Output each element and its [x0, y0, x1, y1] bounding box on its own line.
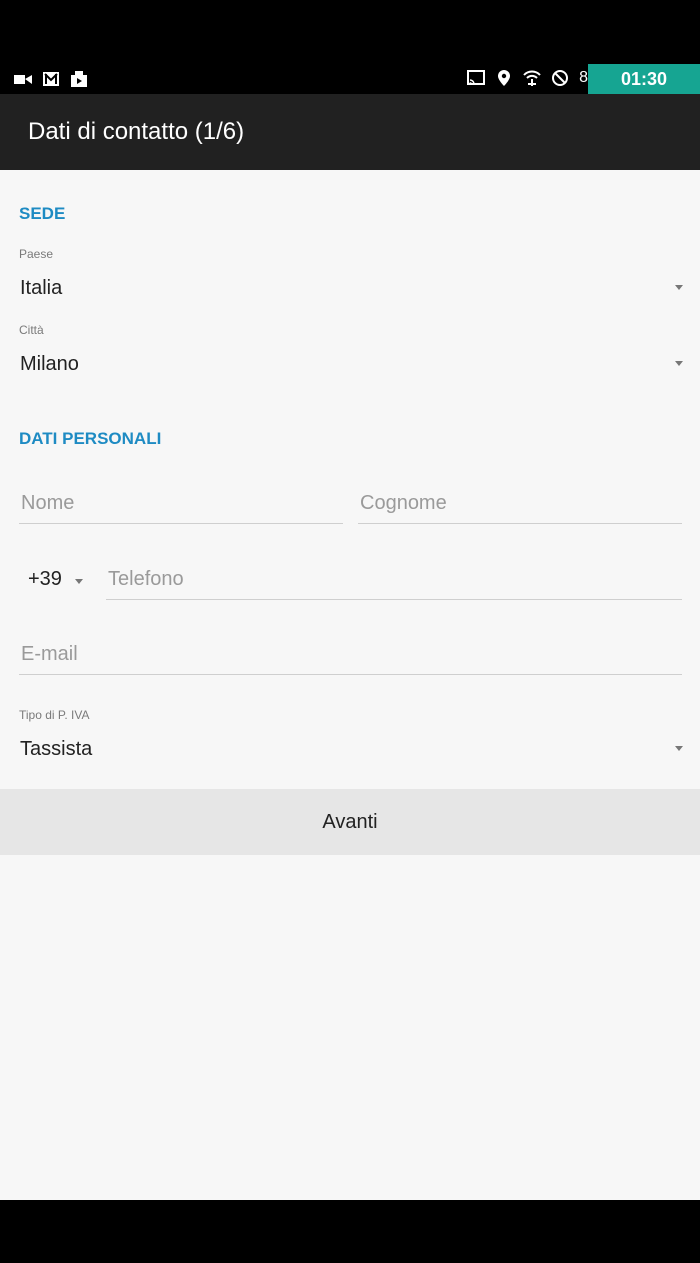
email-input[interactable]: [19, 635, 682, 673]
vat-type-select[interactable]: Tassista: [0, 726, 700, 770]
first-name-input[interactable]: [19, 484, 343, 522]
chevron-down-icon: [675, 361, 683, 366]
vat-label: Tipo di P. IVA: [19, 708, 90, 722]
vat-value: Tassista: [20, 738, 93, 760]
app-bar: Dati di contatto (1/6): [0, 94, 700, 170]
last-name-field: [358, 484, 682, 524]
chevron-down-icon: [675, 746, 683, 751]
phone-prefix: +39: [28, 568, 62, 590]
media-icon: [71, 71, 87, 87]
phone-field: [106, 560, 682, 600]
section-title-sede: SEDE: [19, 204, 66, 223]
phone-input[interactable]: [106, 560, 682, 598]
section-title-personal: DATI PERSONALI: [19, 429, 162, 448]
top-letterbox: [0, 0, 700, 62]
wifi-icon: [523, 70, 541, 86]
form-content: SEDE Paese Italia Città Milano DATI PERS…: [0, 170, 700, 1200]
country-value: Italia: [20, 277, 63, 299]
page-title: Dati di contatto (1/6): [28, 118, 245, 145]
bottom-letterbox: [0, 1200, 700, 1263]
chevron-down-icon: [675, 285, 683, 290]
city-value: Milano: [20, 353, 79, 375]
last-name-input[interactable]: [358, 484, 682, 522]
status-bar: 8 01:30: [0, 62, 700, 94]
gmail-icon: [43, 72, 59, 86]
cast-icon: [467, 70, 486, 85]
battery-text: 8: [579, 69, 588, 86]
location-icon: [498, 70, 511, 86]
email-field: [19, 635, 682, 675]
video-icon: [14, 75, 32, 84]
country-label: Paese: [19, 247, 54, 261]
city-select[interactable]: Milano: [0, 341, 700, 385]
clock: 01:30: [588, 64, 700, 94]
first-name-field: [19, 484, 343, 524]
next-button[interactable]: Avanti: [0, 789, 700, 855]
city-label: Città: [19, 323, 44, 337]
chevron-down-icon: [75, 579, 83, 584]
country-select[interactable]: Italia: [0, 265, 700, 309]
blocked-icon: [552, 70, 569, 86]
